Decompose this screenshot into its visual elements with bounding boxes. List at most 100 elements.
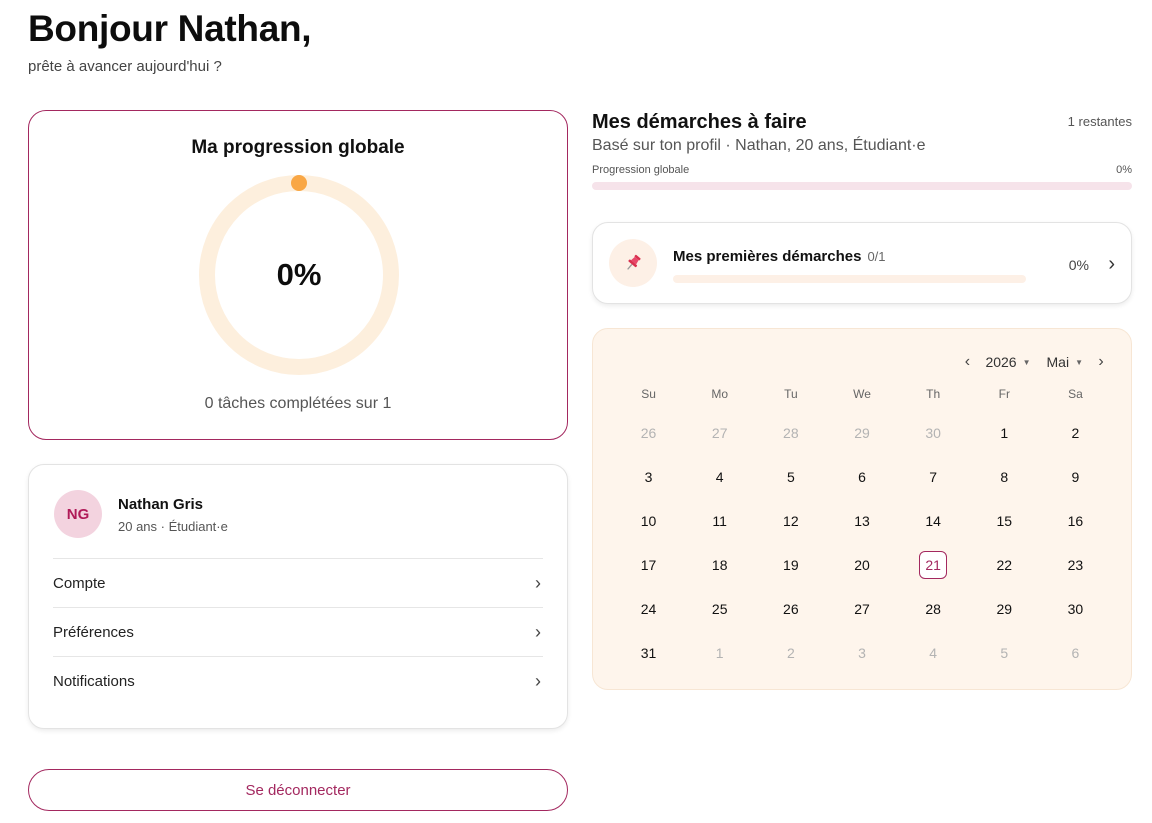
calendar-day-number: 22 xyxy=(996,557,1013,573)
calendar-day[interactable]: 7 xyxy=(898,455,969,499)
calendar-day[interactable]: 20 xyxy=(826,543,897,587)
weekday-label: Mo xyxy=(711,387,729,401)
calendar-day[interactable]: 13 xyxy=(826,499,897,543)
task-group-title: Mes premières démarches xyxy=(673,248,862,265)
calendar-day[interactable]: 23 xyxy=(1040,543,1111,587)
calendar-day[interactable]: 8 xyxy=(969,455,1040,499)
calendar-day[interactable]: 5 xyxy=(755,455,826,499)
calendar-day-number: 2 xyxy=(1071,425,1080,441)
calendar-day-number: 4 xyxy=(929,645,938,661)
calendar-day-number: 13 xyxy=(854,513,870,529)
calendar-day-number: 23 xyxy=(1067,557,1084,573)
menu-item-notifications[interactable]: Notifications › xyxy=(53,656,543,705)
calendar-day[interactable]: 31 xyxy=(613,631,684,675)
calendar-day-number: 26 xyxy=(640,425,657,441)
chevron-left-icon[interactable]: ‹ xyxy=(957,353,977,371)
calendar-day[interactable]: 24 xyxy=(613,587,684,631)
logout-button[interactable]: Se déconnecter xyxy=(28,769,568,811)
calendar-day[interactable]: 26 xyxy=(613,411,684,455)
caret-down-icon: ▼ xyxy=(1022,357,1031,367)
progress-percentage: 0% xyxy=(276,257,322,292)
task-group-count: 0/1 xyxy=(867,249,886,264)
calendar-day-number: 26 xyxy=(783,601,799,617)
calendar-day-number: 29 xyxy=(854,425,870,441)
profile-menu: Compte › Préférences › Notifications › xyxy=(53,558,543,705)
year-select[interactable]: 2026 ▼ xyxy=(985,354,1030,370)
profile-meta: 20 ans · Étudiant·e xyxy=(118,519,228,534)
calendar-day[interactable]: 29 xyxy=(826,411,897,455)
greeting-title: Bonjour Nathan, xyxy=(28,8,312,49)
calendar-day-number: 15 xyxy=(996,513,1013,529)
calendar-day[interactable]: 22 xyxy=(969,543,1040,587)
calendar-day[interactable]: 1 xyxy=(969,411,1040,455)
calendar-day[interactable]: 15 xyxy=(969,499,1040,543)
global-progress-card: Ma progression globale 0% 0 tâches compl… xyxy=(28,110,568,440)
calendar-day-number: 4 xyxy=(715,469,724,485)
calendar-day[interactable]: 16 xyxy=(1040,499,1111,543)
calendar-day[interactable]: 2 xyxy=(1040,411,1111,455)
calendar-day[interactable]: 26 xyxy=(755,587,826,631)
weekday-label: Su xyxy=(641,387,656,401)
calendar-day[interactable]: 28 xyxy=(755,411,826,455)
calendar-day-number: 19 xyxy=(783,557,799,573)
chevron-right-icon: › xyxy=(535,572,541,593)
chevron-right-icon: › xyxy=(1108,253,1115,275)
chevron-right-icon[interactable]: › xyxy=(1091,353,1111,371)
calendar-day[interactable]: 4 xyxy=(898,631,969,675)
calendar-day[interactable]: 6 xyxy=(826,455,897,499)
calendar-day[interactable]: 2 xyxy=(755,631,826,675)
caret-down-icon: ▼ xyxy=(1075,357,1083,367)
calendar-day-number: 1 xyxy=(1000,425,1009,441)
calendar-day-number: 18 xyxy=(711,557,728,573)
calendar-day[interactable]: 18 xyxy=(684,543,755,587)
calendar-day[interactable]: 3 xyxy=(826,631,897,675)
avatar: NG xyxy=(54,490,102,538)
menu-item-compte[interactable]: Compte › xyxy=(53,558,543,607)
calendar-day-number: 27 xyxy=(854,601,870,617)
calendar-day-number: 30 xyxy=(925,425,941,441)
calendar-day-number: 16 xyxy=(1067,513,1084,529)
calendar-day[interactable]: 25 xyxy=(684,587,755,631)
tasks-subtitle: Basé sur ton profil · Nathan, 20 ans, Ét… xyxy=(592,137,926,154)
calendar-day[interactable]: 3 xyxy=(613,455,684,499)
calendar-day[interactable]: 11 xyxy=(684,499,755,543)
calendar-day-number: 31 xyxy=(640,645,657,661)
progress-ring: 0% xyxy=(197,173,401,377)
calendar-day[interactable]: 27 xyxy=(826,587,897,631)
calendar-day[interactable]: 10 xyxy=(613,499,684,543)
tasks-title: Mes démarches à faire xyxy=(592,111,807,133)
calendar-day[interactable]: 5 xyxy=(969,631,1040,675)
calendar-day-number: 29 xyxy=(996,601,1013,617)
calendar-day-number: 1 xyxy=(715,645,724,661)
calendar-weekdays: Su Mo Tu We Th Fr Sa xyxy=(613,387,1111,401)
calendar-day[interactable]: 17 xyxy=(613,543,684,587)
calendar-day-number: 6 xyxy=(1071,645,1080,661)
menu-item-preferences[interactable]: Préférences › xyxy=(53,607,543,656)
calendar-day[interactable]: 29 xyxy=(969,587,1040,631)
calendar-day[interactable]: 1 xyxy=(684,631,755,675)
profile-name: Nathan Gris xyxy=(118,496,204,513)
calendar-day-number: 7 xyxy=(929,469,938,485)
calendar-day[interactable]: 4 xyxy=(684,455,755,499)
month-value: Mai xyxy=(1046,354,1070,370)
calendar-day[interactable]: 19 xyxy=(755,543,826,587)
calendar-day[interactable]: 27 xyxy=(684,411,755,455)
calendar-day[interactable]: 30 xyxy=(898,411,969,455)
calendar-day[interactable]: 30 xyxy=(1040,587,1111,631)
task-group-card[interactable]: Mes premières démarches 0/1 0% › xyxy=(592,222,1132,304)
calendar-day[interactable]: 6 xyxy=(1040,631,1111,675)
calendar-day-number: 11 xyxy=(712,513,727,529)
weekday-label: Fr xyxy=(998,387,1010,401)
calendar-day[interactable]: 9 xyxy=(1040,455,1111,499)
calendar-day[interactable]: 28 xyxy=(898,587,969,631)
calendar-day-today[interactable]: 21 xyxy=(898,543,969,587)
month-select[interactable]: Mai ▼ xyxy=(1047,354,1083,370)
calendar-day-number: 28 xyxy=(783,425,799,441)
calendar-day[interactable]: 12 xyxy=(755,499,826,543)
calendar-day[interactable]: 14 xyxy=(898,499,969,543)
task-group-progress-bar xyxy=(673,275,1026,283)
weekday-label: We xyxy=(853,387,871,401)
year-value: 2026 xyxy=(985,354,1017,370)
weekday-label: Sa xyxy=(1068,387,1083,401)
global-progress-bar xyxy=(592,182,1132,190)
